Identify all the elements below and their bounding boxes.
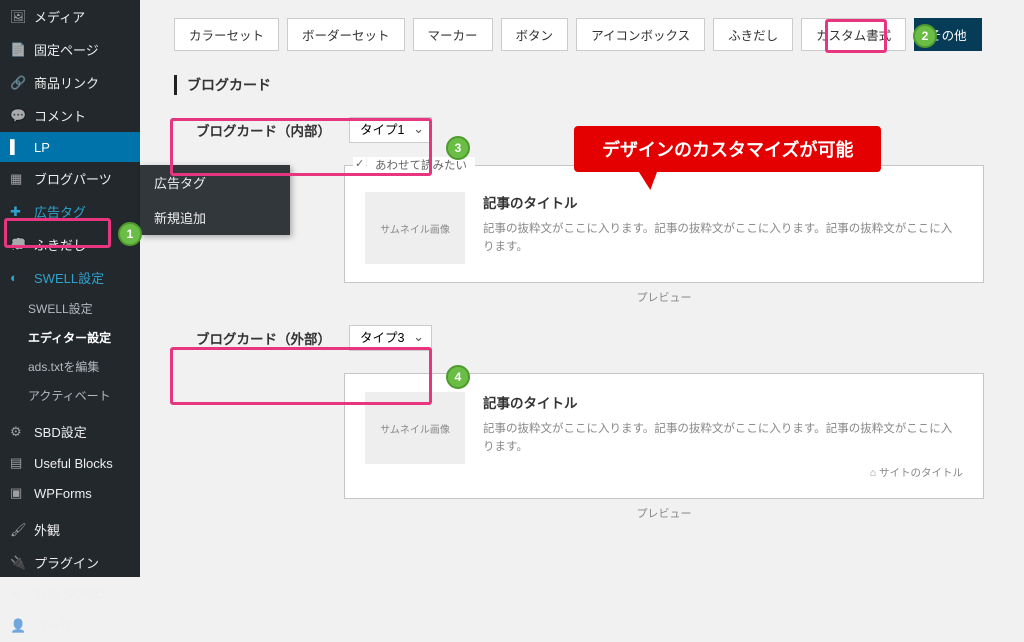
preview-title: 記事のタイトル [483,392,963,412]
tab-balloon[interactable]: ふきだし [713,18,793,51]
sidebar-item-lp[interactable]: ▌LP [0,132,140,162]
flyout-item-new[interactable]: 新規追加 [140,200,290,235]
sidebar-sub-activate[interactable]: アクティベート [0,381,140,410]
row-label: ブログカード（内部） [196,120,331,140]
comment-icon: 💬 [10,108,26,124]
annotation-badge-1: 1 [118,222,142,246]
annotation-badge-2: 2 [913,24,937,48]
sbd-icon: ⚙ [10,424,26,440]
sidebar-item-sbd[interactable]: ⚙SBD設定 [0,415,140,448]
thumbnail-placeholder: サムネイル画像 [365,392,465,464]
swell-icon: ◐ [10,270,26,286]
flyout-item-adtag[interactable]: 広告タグ [140,165,290,200]
sidebar-item-pages[interactable]: 📄固定ページ [0,33,140,66]
config-row-external: ブログカード（外部） タイプ3 [196,325,1000,351]
preview-external: サムネイル画像 記事のタイトル 記事の抜粋文がここに入ります。記事の抜粋文がここ… [344,373,984,521]
preview-caption: プレビュー [344,505,984,521]
tab-colorset[interactable]: カラーセット [174,18,279,51]
preview-sitetitle: サイトのタイトル [483,465,963,480]
plug-icon: 🔌 [10,555,26,571]
preview-caption: プレビュー [344,289,984,305]
link-icon: 🔗 [10,75,26,91]
check-icon: ✓ [353,157,366,170]
sidebar-flyout: 広告タグ 新規追加 [140,165,290,235]
sidebar-item-media[interactable]: 🖼メディア [0,0,140,33]
row-label: ブログカード（外部） [196,328,331,348]
thumbnail-placeholder: サムネイル画像 [365,192,465,264]
tab-iconbox[interactable]: アイコンボックス [576,18,705,51]
preview-desc: 記事の抜粋文がここに入ります。記事の抜粋文がここに入ります。記事の抜粋文がここに… [483,420,963,457]
annotation-callout: デザインのカスタマイズが可能 [574,126,881,172]
annotation-badge-3: 3 [446,136,470,160]
page-icon: 📄 [10,42,26,58]
sidebar-item-comments[interactable]: 💬コメント [0,99,140,132]
ad-icon: ✚ [10,204,26,220]
sidebar-item-usefulblocks[interactable]: ▤Useful Blocks [0,448,140,478]
tab-borderset[interactable]: ボーダーセット [287,18,405,51]
cardtype-internal-select[interactable]: タイプ1 [349,117,432,143]
main-panel: カラーセット ボーダーセット マーカー ボタン アイコンボックス ふきだし カス… [140,0,1024,577]
sidebar-sub-ads[interactable]: ads.txtを編集 [0,352,140,381]
wpf-icon: ▣ [10,485,26,501]
lp-icon: ▌ [10,139,26,155]
sidebar-item-thesonic[interactable]: ★THE SONIC [0,579,140,609]
preview-card-internal: ✓ サムネイル画像 記事のタイトル 記事の抜粋文がここに入ります。記事の抜粋文が… [344,165,984,283]
section-title: ブログカード [174,75,1000,95]
sonic-icon: ★ [10,586,26,602]
parts-icon: ▦ [10,171,26,187]
tab-button[interactable]: ボタン [501,18,569,51]
preview-card-external: サムネイル画像 記事のタイトル 記事の抜粋文がここに入ります。記事の抜粋文がここ… [344,373,984,499]
sidebar-sub-swell[interactable]: SWELL設定 [0,294,140,323]
brush-icon: 🖌 [10,522,26,538]
sidebar-item-blogparts[interactable]: ▦ブログパーツ [0,162,140,195]
sidebar-item-appearance[interactable]: 🖌外観 [0,513,140,546]
sidebar-item-plugins[interactable]: 🔌プラグイン [0,546,140,579]
admin-sidebar: 🖼メディア 📄固定ページ 🔗商品リンク 💬コメント ▌LP ▦ブログパーツ ✚広… [0,0,140,577]
preview-title: 記事のタイトル [483,192,963,212]
balloon-icon: 💭 [10,237,26,253]
select-wrap: タイプ1 [349,117,432,143]
cardtype-external-select[interactable]: タイプ3 [349,325,432,351]
sidebar-item-swell[interactable]: ◐SWELL設定 [0,261,140,294]
tab-marker[interactable]: マーカー [413,18,493,51]
media-icon: 🖼 [10,9,26,25]
select-wrap: タイプ3 [349,325,432,351]
tab-list: カラーセット ボーダーセット マーカー ボタン アイコンボックス ふきだし カス… [174,18,1000,51]
sidebar-item-adtag[interactable]: ✚広告タグ [0,195,140,228]
tab-customformat[interactable]: カスタム書式 [801,18,906,51]
preview-desc: 記事の抜粋文がここに入ります。記事の抜粋文がここに入ります。記事の抜粋文がここに… [483,220,963,257]
preview-internal: ✓ サムネイル画像 記事のタイトル 記事の抜粋文がここに入ります。記事の抜粋文が… [344,165,984,305]
sidebar-sub-editor[interactable]: エディター設定 [0,323,140,352]
user-icon: 👤 [10,618,26,634]
sidebar-item-users[interactable]: 👤ユーザー [0,609,140,642]
sidebar-item-productlink[interactable]: 🔗商品リンク [0,66,140,99]
ub-icon: ▤ [10,455,26,471]
sidebar-item-wpforms[interactable]: ▣WPForms [0,478,140,508]
annotation-badge-4: 4 [446,365,470,389]
